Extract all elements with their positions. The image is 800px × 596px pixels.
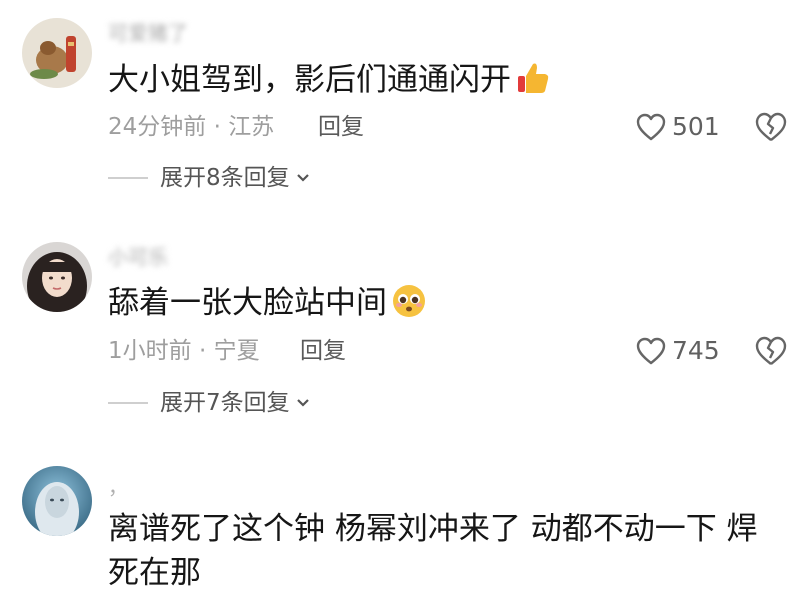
comment-text: 离谱死了这个钟 杨幂刘冲来了 动都不动一下 焊死在那 — [108, 511, 758, 591]
username[interactable]: ， — [108, 476, 128, 498]
avatar-image — [22, 466, 92, 536]
comment-item: ， 离谱死了这个钟 杨幂刘冲来了 动都不动一下 焊死在那 — [0, 0, 800, 596]
avatar[interactable] — [22, 466, 92, 536]
